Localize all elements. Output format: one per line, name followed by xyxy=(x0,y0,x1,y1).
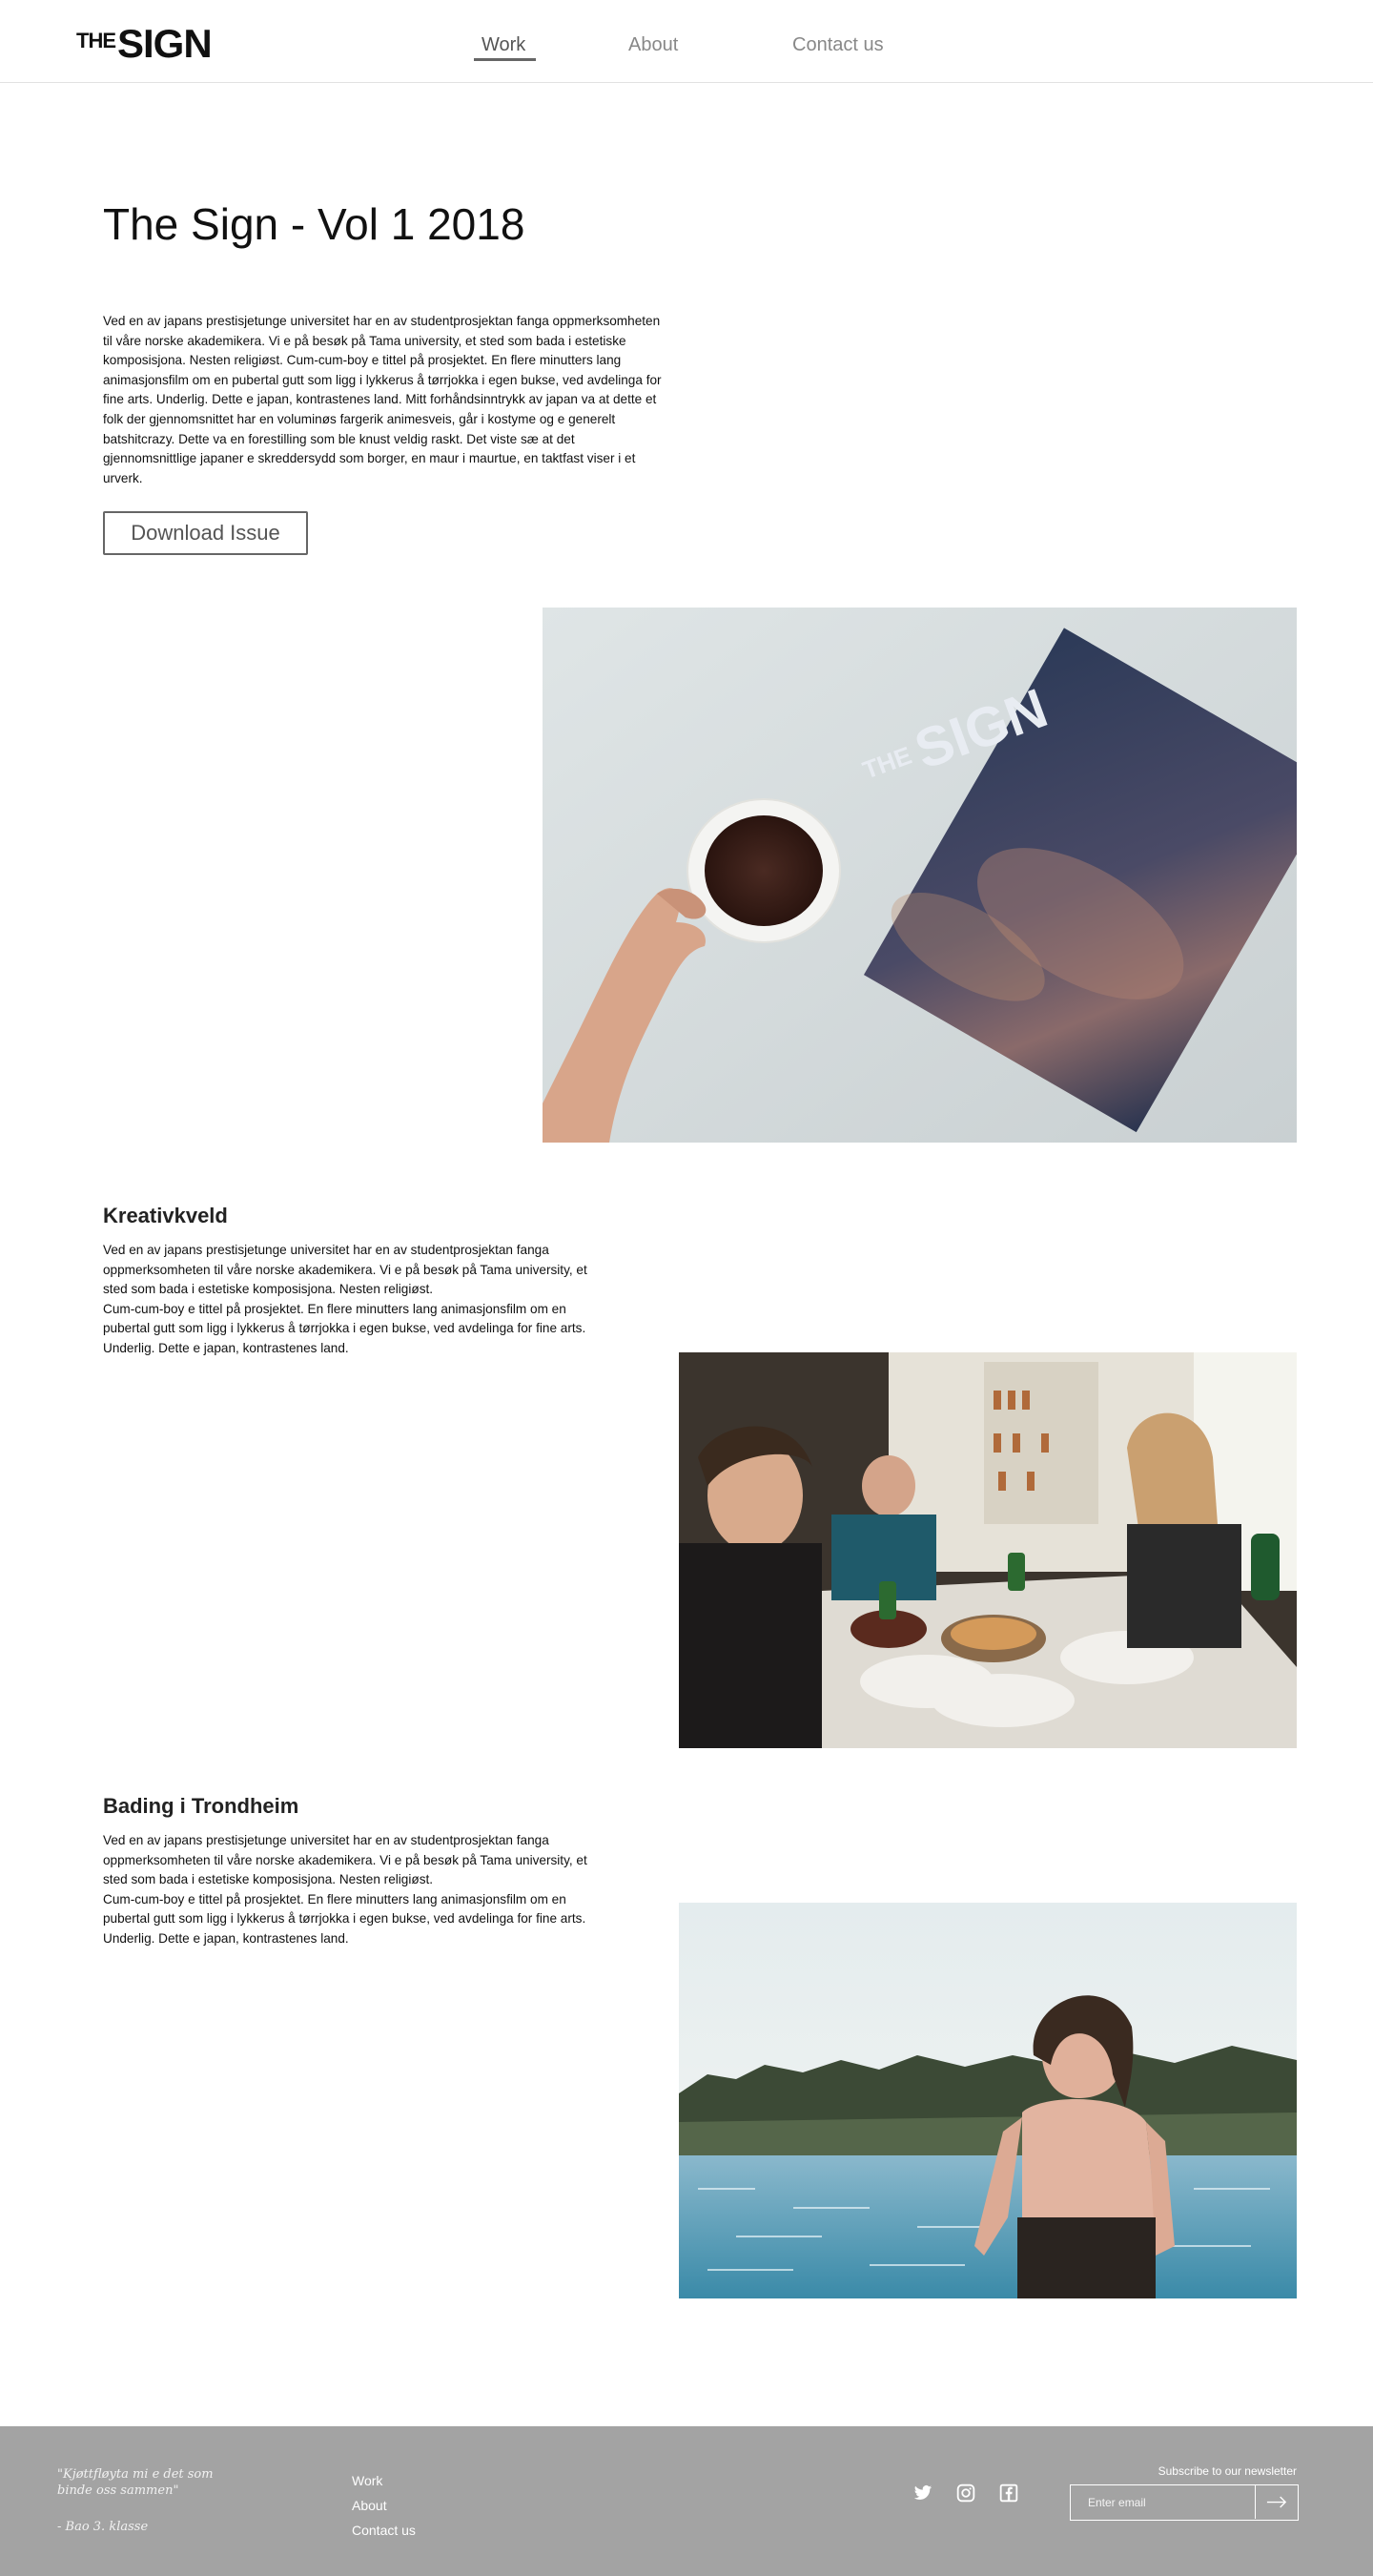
main-nav: Work About Contact us xyxy=(0,34,1373,63)
page-title: The Sign - Vol 1 2018 xyxy=(103,199,525,249)
footer-nav-contact[interactable]: Contact us xyxy=(352,2518,416,2543)
newsletter-label: Subscribe to our newsletter xyxy=(1158,2464,1297,2478)
footer-quote: "Kjøttfløyta mi e det som binde oss samm… xyxy=(57,2467,214,2498)
nav-work[interactable]: Work xyxy=(482,34,525,56)
nav-active-underline xyxy=(474,58,536,61)
arrow-right-icon xyxy=(1266,2496,1287,2508)
footer-quote-author: - Bao 3. klasse xyxy=(57,2520,149,2534)
bathing-photo xyxy=(679,1903,1297,2298)
download-issue-button[interactable]: Download Issue xyxy=(103,511,308,555)
site-header: THE SIGN Work About Contact us xyxy=(0,0,1373,83)
nav-contact[interactable]: Contact us xyxy=(792,34,884,56)
section-text-kreativkveld: Ved en av japans prestisjetunge universi… xyxy=(103,1243,587,1355)
footer-nav-about[interactable]: About xyxy=(352,2493,416,2518)
section-title-kreativkveld: Kreativkveld xyxy=(103,1204,228,1227)
footer-nav-work[interactable]: Work xyxy=(352,2468,416,2493)
facebook-icon[interactable] xyxy=(999,2483,1018,2503)
footer-nav: Work About Contact us xyxy=(352,2468,416,2543)
nav-about[interactable]: About xyxy=(628,34,678,56)
twitter-icon[interactable] xyxy=(913,2483,932,2503)
newsletter-form xyxy=(1070,2484,1299,2521)
email-input[interactable] xyxy=(1071,2485,1254,2519)
newsletter-submit-button[interactable] xyxy=(1255,2485,1298,2519)
instagram-icon[interactable] xyxy=(956,2483,975,2503)
intro-paragraph: Ved en av japans prestisjetunge universi… xyxy=(103,314,662,485)
section-text-bading: Ved en av japans prestisjetunge universi… xyxy=(103,1833,587,1946)
site-footer: "Kjøttfløyta mi e det som binde oss samm… xyxy=(0,2426,1373,2576)
section-title-bading: Bading i Trondheim xyxy=(103,1794,299,1818)
magazine-photo: THE SIGN xyxy=(543,608,1297,1143)
dinner-photo xyxy=(679,1352,1297,1748)
